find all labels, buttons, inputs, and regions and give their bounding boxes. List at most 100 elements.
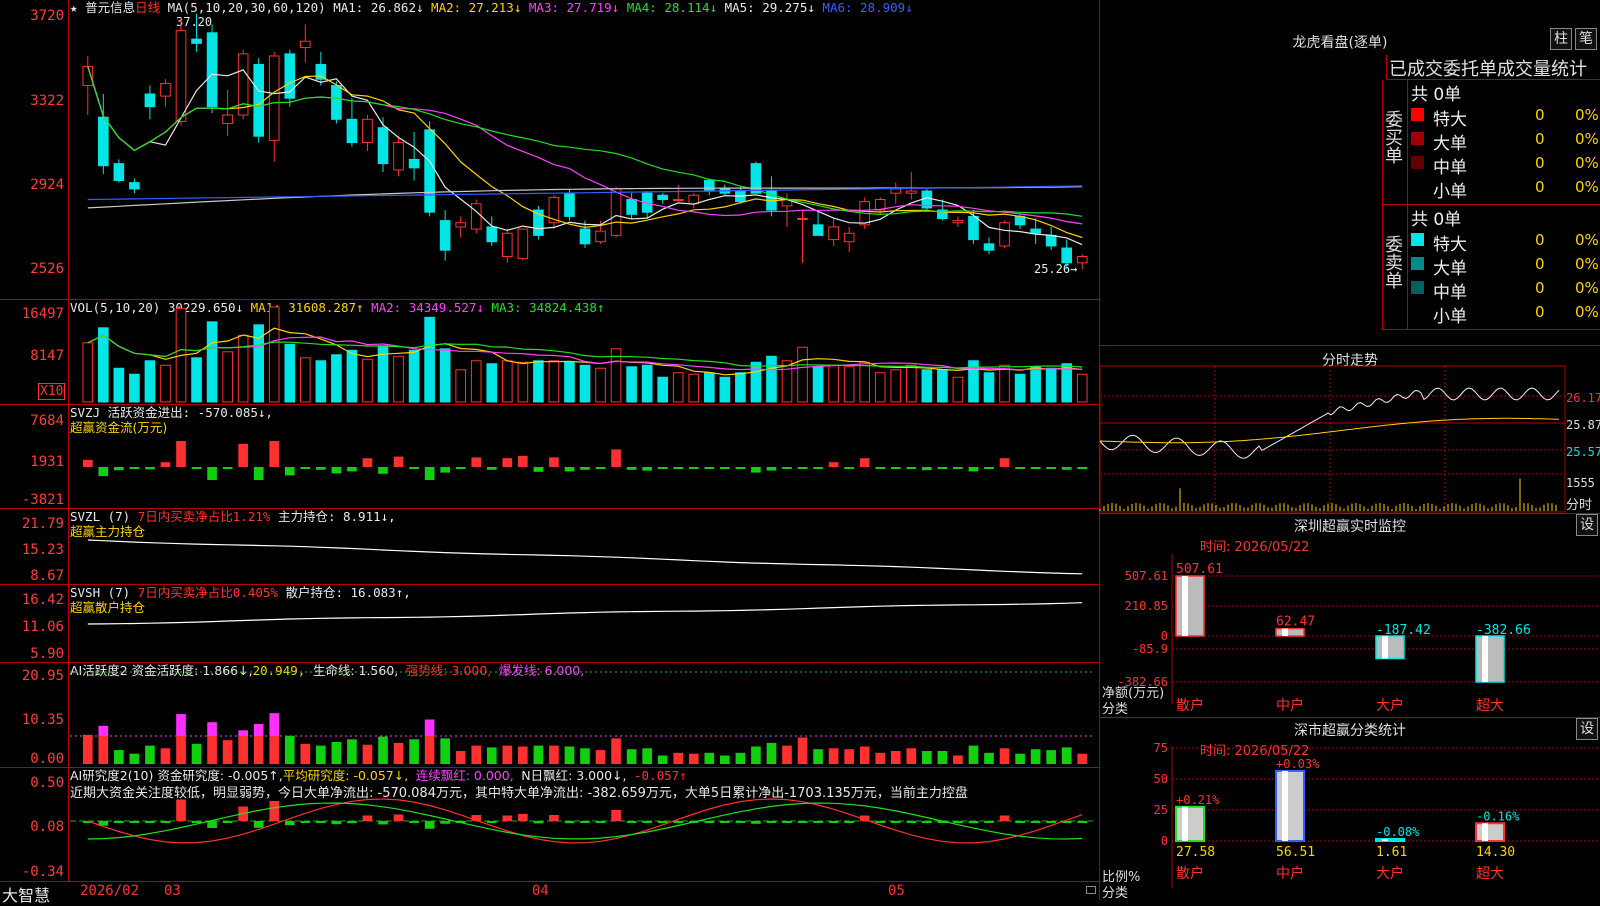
- volume-bar: [999, 364, 1010, 403]
- candle-body: [517, 228, 529, 260]
- activity-bar: [1061, 747, 1072, 764]
- research-bar: [1030, 821, 1041, 823]
- svsh-chart: [87, 602, 1083, 625]
- volume-bar: [206, 321, 218, 403]
- candle-body: [191, 38, 202, 44]
- volume-bar: [905, 364, 917, 403]
- volume-pane[interactable]: 16497 8147 X10 VOL(5,10,20) 30229.650↓ M…: [0, 299, 1100, 405]
- research-bar: [844, 821, 854, 823]
- activity-bar: [642, 748, 652, 764]
- candle-body: [222, 114, 233, 125]
- activity-bar: [890, 751, 901, 764]
- ai-research-pane[interactable]: 0.50 0.08 -0.34 AI研究度2(10) 资金研究度: -0.005…: [0, 767, 1100, 882]
- candle-body: [1045, 234, 1057, 247]
- volume-bar: [439, 348, 451, 403]
- svsh-pane[interactable]: 16.42 11.06 5.90 SVSH (7) 7日内买卖净占比0.405%…: [0, 584, 1100, 663]
- research-bar: [269, 801, 280, 821]
- research-bar: [673, 821, 684, 823]
- candle-body: [905, 190, 917, 194]
- activity-bar: [704, 752, 715, 764]
- y-tick: 75: [1154, 741, 1168, 755]
- order-row: 特大 0 0%: [1411, 230, 1599, 255]
- bar-mode-button[interactable]: 柱: [1550, 28, 1572, 50]
- activity-bar: [378, 736, 388, 764]
- classify-bar: [1275, 769, 1305, 843]
- order-count: 0: [1535, 303, 1545, 321]
- candle-body: [968, 215, 979, 241]
- volume-bar: [268, 306, 280, 403]
- research-bar: [1046, 821, 1056, 823]
- activity-bar: [984, 752, 994, 764]
- activity-bar: [176, 714, 186, 736]
- monitor-bar-label: -187.42: [1376, 623, 1431, 638]
- research-bar: [875, 821, 886, 823]
- order-percent: 0%: [1575, 178, 1599, 196]
- monitor-category: 超大: [1476, 698, 1504, 714]
- x-tick: 2026/02: [80, 883, 140, 899]
- monitor-bar-highlight: [1282, 628, 1288, 636]
- volume-bar: [237, 334, 249, 403]
- candle-body: [797, 218, 808, 221]
- flow-bar: [968, 467, 979, 472]
- volume-bar: [921, 369, 933, 403]
- flow-bar: [844, 467, 854, 469]
- activity-bar: [362, 744, 373, 764]
- activity-bar: [797, 737, 808, 764]
- research-bar: [580, 821, 590, 823]
- activity-bar: [316, 745, 326, 764]
- flow-bar: [160, 462, 171, 467]
- buy-side-label: 委买单: [1382, 110, 1403, 164]
- research-bar: [114, 821, 124, 823]
- ma-line: [87, 66, 1083, 246]
- volume-bar: [144, 360, 156, 403]
- flow-bar: [751, 467, 761, 473]
- monitor-category: 大户: [1376, 697, 1404, 714]
- monitor-bar-label: 507.61: [1176, 562, 1223, 577]
- flow-bar: [1077, 467, 1088, 469]
- candle-body: [579, 228, 591, 245]
- candle-body: [828, 226, 839, 241]
- lock-icon[interactable]: [1086, 886, 1096, 894]
- intraday-panel[interactable]: 分时走势 26.17 25.87 25.57 1555 分时: [1099, 345, 1600, 514]
- activity-bar: [688, 753, 699, 764]
- flow-bar: [549, 457, 559, 467]
- order-count: 0: [1535, 130, 1545, 148]
- flow-bar: [922, 467, 932, 471]
- research-bar: [766, 821, 777, 823]
- research-bar: [735, 821, 746, 823]
- volume-bar: [455, 369, 467, 403]
- svzj-pane[interactable]: 7684 1931 -3821 SVZJ 活跃资金进出: -570.085↓, …: [0, 404, 1100, 509]
- activity-bar: [595, 750, 606, 764]
- svzl-pane[interactable]: 21.79 15.23 8.67 SVZL (7) 7日内买卖净占比1.21% …: [0, 508, 1100, 585]
- research-bar: [424, 821, 435, 829]
- candle-body: [999, 222, 1010, 247]
- volume-bar: [766, 355, 777, 403]
- intraday-frame: [1099, 365, 1566, 513]
- ai-activity-pane[interactable]: 20.95 10.35 0.00 AI活跃度2 资金活跃度: 1.866↓,20…: [0, 662, 1100, 768]
- flow-bar: [657, 467, 668, 469]
- x-axis: 大智慧 2026/02 03 04 05: [0, 881, 1100, 905]
- monitor-bar: [1275, 627, 1305, 637]
- order-count: 0: [1535, 154, 1545, 172]
- activity-bar: [347, 739, 357, 764]
- flow-bar: [455, 467, 466, 469]
- activity-bar: [549, 745, 559, 764]
- flow-bar: [875, 467, 886, 469]
- activity-bar: [813, 749, 823, 764]
- flow-bar: [1061, 467, 1072, 470]
- kline-pane[interactable]: 3720 3322 2924 2526 ★ 普元信息日线 MA(5,10,20,…: [0, 0, 1100, 300]
- classify-change: +0.03%: [1276, 757, 1320, 771]
- candlestick-chart: [82, 13, 1088, 270]
- research-bar: [316, 821, 326, 823]
- classify-change: -0.08%: [1376, 825, 1420, 839]
- volume-bar: [517, 361, 529, 403]
- research-bar: [347, 821, 357, 824]
- classify-bar: [1475, 822, 1505, 842]
- volume-bar: [874, 372, 886, 403]
- volume-bar: [346, 349, 358, 403]
- monitor-bar: [1375, 635, 1405, 660]
- volume-bar: [486, 363, 498, 403]
- tick-mode-button[interactable]: 笔: [1575, 28, 1597, 50]
- volume-bar: [859, 361, 871, 403]
- activity-bar: [300, 743, 311, 764]
